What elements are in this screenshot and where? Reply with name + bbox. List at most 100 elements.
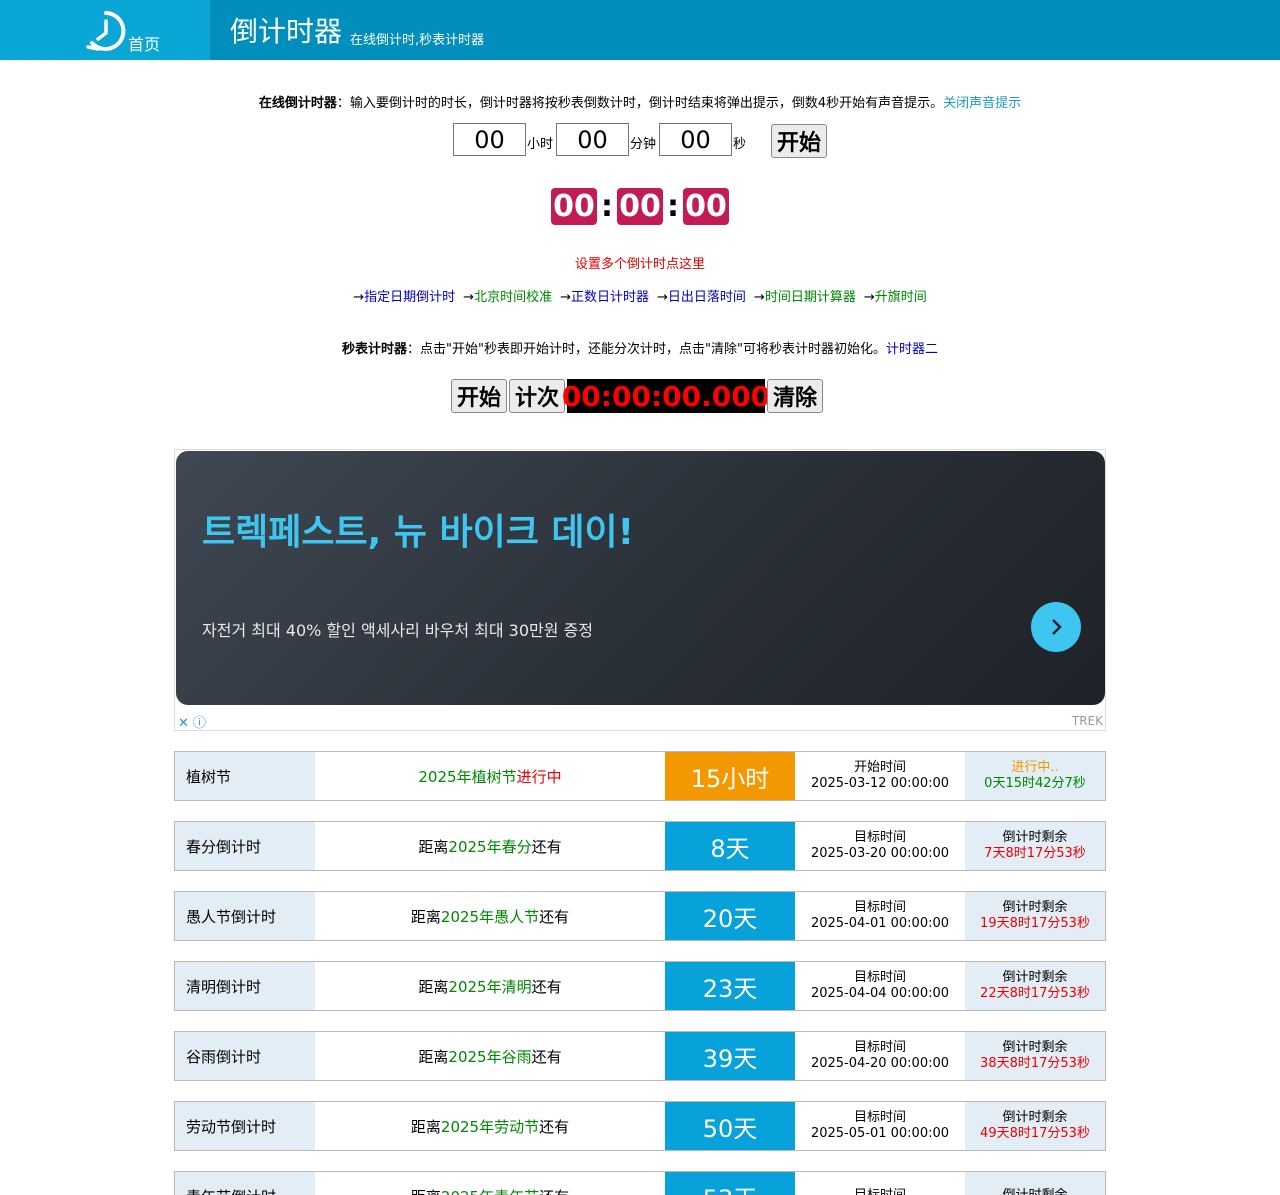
event-prefix: 距离 — [418, 1047, 449, 1066]
event-remaining-badge: 39天 — [665, 1032, 795, 1080]
multi-countdown-link[interactable]: 设置多个倒计时点这里 — [0, 253, 1280, 272]
event-prefix: 距离 — [418, 837, 449, 856]
nav-link[interactable]: →日出日落时间 — [657, 286, 746, 305]
event-remaining-badge: 23天 — [665, 962, 795, 1010]
event-name[interactable]: 愚人节倒计时 — [175, 892, 315, 940]
event-countdown: 倒计时剩余 49天8时17分53秒 — [965, 1102, 1105, 1150]
event-time: 开始时间 2025-03-12 00:00:00 — [795, 752, 965, 800]
arrow-icon: → — [353, 290, 365, 305]
event-status: 倒计时剩余 — [1002, 1188, 1067, 1195]
event-time-left: 19天8时17分53秒 — [980, 916, 1090, 931]
event-time-label: 目标时间 — [853, 830, 906, 845]
advertisement: 트렉페스트, 뉴 바이크 데이! 자전거 최대 40% 할인 액세사리 바우처 … — [174, 449, 1106, 731]
event-time-label: 目标时间 — [853, 1040, 906, 1055]
event-status: 进行中.. — [1011, 760, 1059, 775]
event-name[interactable]: 青年节倒计时 — [175, 1172, 315, 1195]
event-name[interactable]: 谷雨倒计时 — [175, 1032, 315, 1080]
nav-link[interactable]: →北京时间校准 — [463, 286, 552, 305]
countdown-start-button[interactable]: 开始 — [771, 124, 827, 158]
site-title[interactable]: 倒计时器 — [230, 14, 342, 50]
home-link[interactable]: 首页 — [0, 0, 210, 60]
event-remaining-badge: 53天 — [665, 1172, 795, 1195]
event-name[interactable]: 植树节 — [175, 752, 315, 800]
event-title: 2025年春分 — [448, 837, 532, 856]
event-time-left: 38天8时17分53秒 — [980, 1056, 1090, 1071]
event-description: 距离 2025年春分 还有 — [315, 822, 665, 870]
ad-text: 자전거 최대 40% 할인 액세사리 바우처 최대 30만원 증정 — [202, 621, 594, 640]
event-countdown: 倒计时剩余 38天8时17分53秒 — [965, 1032, 1105, 1080]
event-prefix: 距离 — [411, 1186, 441, 1195]
event-time-value: 2025-04-20 00:00:00 — [810, 1056, 950, 1071]
event-time-label: 目标时间 — [854, 1188, 906, 1195]
event-row: 青年节倒计时距离2025年青年节还有53天目标时间 倒计时剩余 — [174, 1171, 1106, 1195]
countdown-description: 在线倒计时器：输入要倒计时的时长，倒计时器将按秒表倒数计时，倒计时结束将弹出提示… — [0, 92, 1280, 111]
timer-two-link[interactable]: 计时器二 — [886, 342, 938, 357]
arrow-icon: → — [657, 290, 668, 305]
event-time-left: 22天8时17分53秒 — [980, 986, 1090, 1001]
event-suffix: 还有 — [531, 1047, 562, 1066]
seconds-input[interactable] — [659, 123, 733, 156]
event-time-value: 2025-05-01 00:00:00 — [810, 1126, 950, 1141]
ad-banner[interactable]: 트렉페스트, 뉴 바이크 데이! 자전거 최대 40% 할인 액세사리 바우처 … — [176, 451, 1105, 705]
event-description: 距离 2025年劳动节 还有 — [315, 1102, 665, 1150]
stopwatch-start-button[interactable]: 开始 — [451, 379, 507, 413]
event-row: 清明倒计时 距离 2025年清明 还有 23天 目标时间 2025-04-04 00:00:… — [174, 961, 1106, 1011]
event-status: 倒计时剩余 — [1002, 970, 1068, 985]
event-time-label: 目标时间 — [853, 1110, 906, 1125]
event-suffix: 还有 — [539, 1117, 570, 1136]
chevron-right-icon — [1052, 619, 1062, 635]
event-time-value: 2025-04-01 00:00:00 — [810, 916, 950, 931]
event-name[interactable]: 劳动节倒计时 — [175, 1102, 315, 1150]
event-title: 2025年劳动节 — [440, 1117, 540, 1136]
countdown-display: 00 : 00 : 00 — [551, 188, 729, 225]
stopwatch-lap-button[interactable]: 计次 — [509, 379, 565, 413]
event-time-left: 0天15时42分7秒 — [984, 776, 1086, 791]
event-description: 距离 2025年清明 还有 — [315, 962, 665, 1010]
event-description: 2025年植树节 进行中 — [315, 752, 665, 800]
event-time: 目标时间 2025-03-20 00:00:00 — [795, 822, 965, 870]
ad-brand: TREK — [1071, 714, 1103, 728]
nav-link[interactable]: →指定日期倒计时 — [353, 286, 455, 305]
event-remaining-badge: 8天 — [665, 822, 795, 870]
ad-close-icon[interactable]: ✕ ⓘ — [178, 712, 206, 731]
nav-link-label: 时间日期计算器 — [764, 290, 856, 305]
event-description: 距离 2025年谷雨 还有 — [315, 1032, 665, 1080]
stopwatch: 开始 计次 00:00:00.000 清除 — [451, 379, 823, 413]
nav-link-label: 日出日落时间 — [667, 290, 746, 305]
event-time-label: 目标时间 — [853, 970, 906, 985]
event-description: 距离2025年青年节还有 — [315, 1172, 665, 1195]
arrow-icon: → — [463, 290, 475, 305]
event-row: 谷雨倒计时 距离 2025年谷雨 还有 39天 目标时间 2025-04-20 00:00:… — [174, 1031, 1106, 1081]
event-remaining-badge: 20天 — [665, 892, 795, 940]
display-colon: : — [601, 189, 613, 224]
event-prefix: 距离 — [410, 907, 441, 926]
ad-next-button[interactable] — [1031, 602, 1081, 652]
nav-link-label: 正数日计时器 — [570, 290, 649, 305]
stopwatch-clear-button[interactable]: 清除 — [767, 379, 823, 413]
event-name[interactable]: 春分倒计时 — [175, 822, 315, 870]
event-time-left: 49天8时17分53秒 — [980, 1126, 1090, 1141]
event-time: 目标时间 — [795, 1172, 965, 1195]
event-countdown: 倒计时剩余 22天8时17分53秒 — [965, 962, 1105, 1010]
event-time-value: 2025-04-04 00:00:00 — [810, 986, 950, 1001]
event-status: 倒计时剩余 — [1002, 830, 1068, 845]
minutes-input[interactable] — [556, 123, 630, 156]
stopwatch-intro-text: ：点击"开始"秒表即开始计时，还能分次计时，点击"清除"可将秒表计时器初始化。 — [407, 342, 886, 357]
site-subtitle: 在线倒计时,秒表计时器 — [350, 33, 485, 48]
event-countdown: 倒计时剩余 19天8时17分53秒 — [965, 892, 1105, 940]
nav-link[interactable]: →升旗时间 — [864, 286, 927, 305]
arrow-icon: → — [560, 290, 571, 305]
event-title: 2025年清明 — [448, 977, 532, 996]
event-time-label: 目标时间 — [853, 900, 906, 915]
event-countdown: 进行中.. 0天15时42分7秒 — [965, 752, 1105, 800]
event-prefix: 距离 — [418, 977, 449, 996]
event-row: 劳动节倒计时 距离 2025年劳动节 还有 50天 目标时间 2025-05-01 00:0… — [174, 1101, 1106, 1151]
event-title: 2025年愚人节 — [440, 907, 540, 926]
event-name[interactable]: 清明倒计时 — [175, 962, 315, 1010]
stopwatch-display: 00:00:00.000 — [561, 379, 771, 413]
nav-link[interactable]: →时间日期计算器 — [754, 286, 856, 305]
event-time: 目标时间 2025-04-04 00:00:00 — [795, 962, 965, 1010]
mute-sound-link[interactable]: 关闭声音提示 — [943, 96, 1021, 111]
nav-link[interactable]: →正数日计时器 — [560, 286, 649, 305]
hours-input[interactable] — [453, 123, 526, 156]
